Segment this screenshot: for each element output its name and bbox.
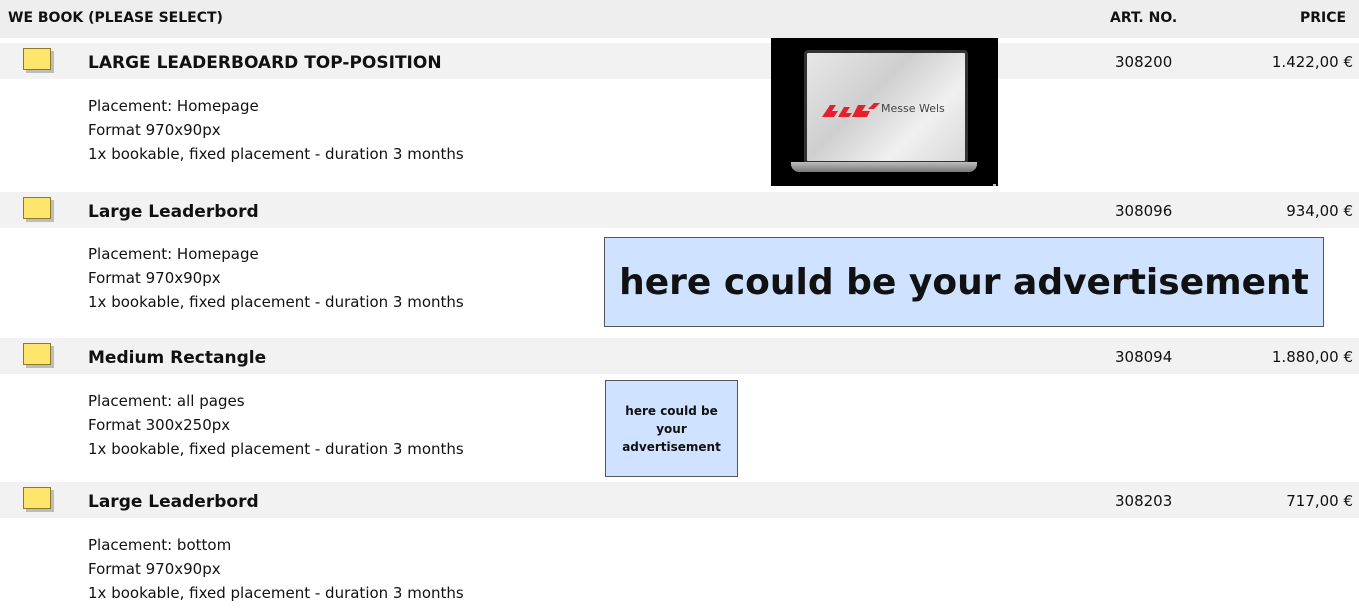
table-header: WE BOOK (PLEASE SELECT) ART. NO. PRICE [0,0,1359,38]
header-price-label: PRICE [1300,10,1347,26]
item-details: Placement: bottom Format 970x90px 1x boo… [88,533,608,605]
item-row: Large Leaderbord 308203 717,00 € [0,482,1359,518]
item-format: Format 970x90px [88,560,221,578]
item-details: Placement: all pages Format 300x250px 1x… [88,389,608,461]
item-booking: 1x bookable, fixed placement - duration … [88,293,464,311]
item-title: Large Leaderbord [88,202,259,222]
item-details: Placement: Homepage Format 970x90px 1x b… [88,94,608,166]
image-corner-mark [993,184,996,186]
item-placement: Placement: Homepage [88,97,259,115]
item-art-no: 308096 [1115,202,1173,220]
item-placement: Placement: bottom [88,536,232,554]
item-row: LARGE LEADERBOARD TOP-POSITION 308200 1.… [0,43,1359,79]
ad-placeholder-small: here could be your advertisement [605,380,738,477]
item-placement: Placement: all pages [88,392,245,410]
ad-placeholder-large: here could be your advertisement [604,237,1324,327]
laptop-base [791,162,977,172]
ad-placeholder-text: here could be your advertisement [619,261,1309,303]
item-art-no: 308203 [1115,492,1173,510]
item-title: Large Leaderbord [88,492,259,512]
item-checkbox[interactable] [23,487,51,509]
item-details: Placement: Homepage Format 970x90px 1x b… [88,242,608,314]
item-title: Medium Rectangle [88,348,267,368]
item-art-no: 308200 [1115,53,1173,71]
item-row: Large Leaderbord 308096 934,00 € [0,192,1359,228]
item-booking: 1x bookable, fixed placement - duration … [88,584,464,602]
item-row: Medium Rectangle 308094 1.880,00 € [0,338,1359,374]
item-price: 934,00 € [1286,202,1353,220]
laptop-screen: Messe Wels [804,50,968,164]
item-title: LARGE LEADERBOARD TOP-POSITION [88,53,442,73]
header-select-label: WE BOOK (PLEASE SELECT) [8,10,223,26]
item-format: Format 300x250px [88,416,231,434]
item-format: Format 970x90px [88,269,221,287]
item-price: 1.880,00 € [1271,348,1353,366]
item-booking: 1x bookable, fixed placement - duration … [88,440,464,458]
item-format: Format 970x90px [88,121,221,139]
item-checkbox[interactable] [23,48,51,70]
item-placement: Placement: Homepage [88,245,259,263]
item-art-no: 308094 [1115,348,1173,366]
item-booking: 1x bookable, fixed placement - duration … [88,145,464,163]
item-price: 1.422,00 € [1271,53,1353,71]
messe-wels-logo-icon [822,103,880,117]
preview-image: Messe Wels [771,38,998,186]
item-checkbox[interactable] [23,197,51,219]
ad-placeholder-text: here could be your advertisement [622,403,721,454]
header-art-no-label: ART. NO. [1110,10,1178,26]
brand-text: Messe Wels [881,102,945,115]
item-price: 717,00 € [1286,492,1353,510]
item-checkbox[interactable] [23,343,51,365]
